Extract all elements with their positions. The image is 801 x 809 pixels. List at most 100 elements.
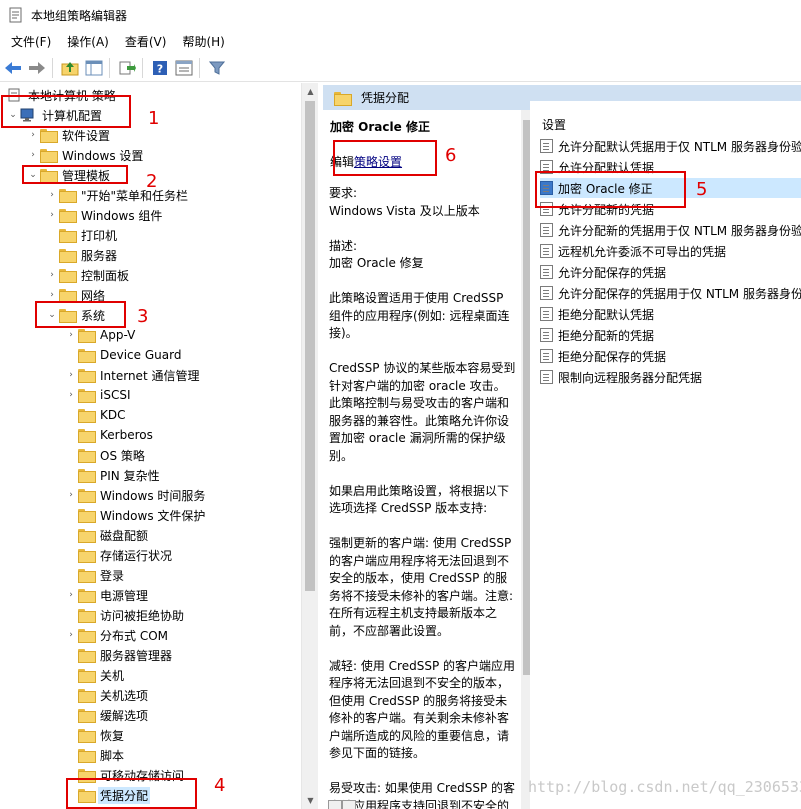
export-icon[interactable] [116,57,138,79]
annotation-box-3 [35,301,126,328]
tree-item-server-manager[interactable]: 服务器管理器 [64,645,174,665]
setting-row[interactable]: 允许分配新的凭据用于仅 NTLM 服务器身份验证 [540,220,801,240]
menu-help[interactable]: 帮助(H) [174,31,232,53]
tab-standard[interactable] [342,800,356,809]
column-header-setting[interactable]: 设置 [542,116,566,133]
tree-item-label: "开始"菜单和任务栏 [81,188,189,203]
setting-row[interactable]: 拒绝分配默认凭据 [540,304,801,324]
folder-icon [78,328,96,343]
properties-icon[interactable] [173,57,195,79]
tree-item-scripts[interactable]: 脚本 [64,745,126,765]
pane-header-label: 凭据分配 [361,91,410,105]
filter-icon[interactable] [206,57,228,79]
tree-item-windows-file-protection[interactable]: Windows 文件保护 [64,505,207,525]
tree-item-app-v[interactable]: › App-V [64,325,137,345]
menu-view[interactable]: 查看(V) [117,31,175,53]
setting-row[interactable]: 拒绝分配保存的凭据 [540,346,801,366]
tree-item-control-panel[interactable]: › 控制面板 [45,265,131,285]
tree-scrollbar[interactable]: ▲ ▼ [301,83,318,809]
show-tree-icon[interactable] [83,57,105,79]
setting-row[interactable]: 允许分配保存的凭据 [540,262,801,282]
chevron-right-icon[interactable]: › [26,148,40,162]
tree-item-disk-quota[interactable]: 磁盘配额 [64,525,150,545]
setting-row[interactable]: 远程机允许委派不可导出的凭据 [540,241,801,261]
scrollbar-thumb[interactable] [305,101,315,591]
tree-item-os-policy[interactable]: OS 策略 [64,445,147,465]
tree-item-iscsi[interactable]: › iSCSI [64,385,133,405]
folder-icon [40,128,58,143]
scroll-down-icon[interactable]: ▼ [302,792,318,809]
tree-item-storage-health[interactable]: 存储运行状况 [64,545,174,565]
setting-label: 允许分配新的凭据用于仅 NTLM 服务器身份验证 [558,223,801,238]
forward-icon[interactable] [26,57,48,79]
annotation-number-6: 6 [445,145,457,166]
folder-icon [78,448,96,463]
tree-item-kerberos[interactable]: Kerberos [64,425,155,445]
tree-item-software-settings[interactable]: › 软件设置 [26,125,112,145]
window-title: 本地组策略编辑器 [31,8,128,23]
chevron-right-icon[interactable]: › [64,388,78,402]
folder-icon [78,388,96,403]
tree-item-kdc[interactable]: KDC [64,405,128,425]
chevron-right-icon[interactable]: › [45,208,59,222]
help-icon[interactable]: ? [149,57,171,79]
folder-icon [78,428,96,443]
policy-setting-icon [540,307,553,321]
tree-item-logon[interactable]: 登录 [64,565,126,585]
setting-row[interactable]: 拒绝分配新的凭据 [540,325,801,345]
tree-item-start-menu[interactable]: › "开始"菜单和任务栏 [45,185,190,205]
chevron-right-icon[interactable]: › [64,328,78,342]
tree-item-label: App-V [100,328,136,342]
setting-label: 允许分配保存的凭据用于仅 NTLM 服务器身份验证 [558,286,801,301]
folder-icon [78,748,96,763]
tree-item-pin-complexity[interactable]: PIN 复杂性 [64,465,162,485]
menu-action[interactable]: 操作(A) [59,31,117,53]
tree-item-access-denied-assistance[interactable]: 访问被拒绝协助 [64,605,186,625]
tree-item-printers[interactable]: 打印机 [45,225,119,245]
folder-icon [78,548,96,563]
chevron-right-icon[interactable]: › [26,128,40,142]
tree-item-shutdown-options[interactable]: 关机选项 [64,685,150,705]
tree-item-device-guard[interactable]: Device Guard [64,345,183,365]
scroll-up-icon[interactable]: ▲ [302,83,318,100]
tree-item-power-management[interactable]: › 电源管理 [64,585,150,605]
setting-label: 拒绝分配新的凭据 [558,328,655,343]
tree-item-distributed-com[interactable]: › 分布式 COM [64,625,170,645]
tree-item-recovery[interactable]: 恢复 [64,725,126,745]
annotation-box-5 [535,171,686,208]
tree-item-label: 控制面板 [81,268,130,283]
setting-row[interactable]: 允许分配保存的凭据用于仅 NTLM 服务器身份验证 [540,283,801,303]
setting-row[interactable]: 允许分配默认凭据用于仅 NTLM 服务器身份验证 [540,136,801,156]
tree-item-label: Internet 通信管理 [100,368,200,383]
tree-item-label: 访问被拒绝协助 [100,608,185,623]
menu-file[interactable]: 文件(F) [3,31,59,53]
tree-item-internet-comm[interactable]: › Internet 通信管理 [64,365,201,385]
tab-extended[interactable] [328,800,342,809]
tree-item-label: Device Guard [100,348,182,362]
back-icon[interactable] [2,57,24,79]
chevron-right-icon[interactable]: › [45,268,59,282]
chevron-right-icon[interactable]: › [45,188,59,202]
tree-item-servers[interactable]: 服务器 [45,245,119,265]
tree-item-label: 打印机 [81,228,118,243]
setting-row[interactable]: 限制向远程服务器分配凭据 [540,367,801,387]
chevron-right-icon[interactable]: › [64,368,78,382]
chevron-right-icon[interactable]: › [64,588,78,602]
setting-label: 允许分配保存的凭据 [558,265,667,280]
setting-label: 拒绝分配保存的凭据 [558,349,667,364]
tree-item-windows-components[interactable]: › Windows 组件 [45,205,164,225]
folder-icon [78,408,96,423]
policy-setting-icon [540,265,553,279]
tree-item-shutdown[interactable]: 关机 [64,665,126,685]
tree-item-windows-time[interactable]: › Windows 时间服务 [64,485,207,505]
up-folder-icon[interactable] [59,57,81,79]
tree-item-windows-settings[interactable]: › Windows 设置 [26,145,145,165]
chevron-right-icon[interactable]: › [45,288,59,302]
setting-label: 拒绝分配默认凭据 [558,307,655,322]
annotation-box-4 [66,778,197,809]
annotation-box-6 [333,140,437,176]
tree-item-mitigation-options[interactable]: 缓解选项 [64,705,150,725]
chevron-right-icon[interactable]: › [64,488,78,502]
chevron-right-icon[interactable]: › [64,628,78,642]
folder-icon [78,508,96,523]
